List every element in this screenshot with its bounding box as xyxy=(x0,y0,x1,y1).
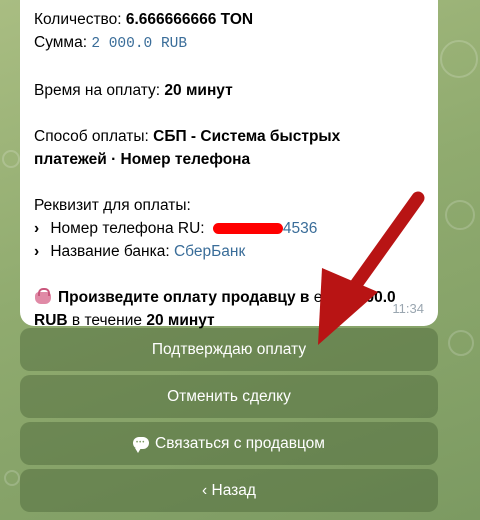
instruction-part1: Произведите оплату продавцу в xyxy=(58,289,310,306)
bank-row: › Название банка: СберБанк xyxy=(34,240,424,263)
method-label: Способ оплаты: xyxy=(34,128,149,145)
quantity-value: 6.666666666 TON xyxy=(125,11,254,28)
pay-time-value: 20 минут xyxy=(164,82,233,99)
contact-seller-button[interactable]: ••• Связаться с продавцом xyxy=(20,422,438,465)
confirm-payment-button[interactable]: Подтверждаю оплату xyxy=(20,328,438,371)
requisite-heading: Реквизит для оплаты: xyxy=(34,197,191,214)
cancel-deal-label: Отменить сделку xyxy=(167,388,291,405)
back-label: ‹ Назад xyxy=(202,482,256,499)
background-doodle xyxy=(448,330,474,356)
instruction-part2: ере xyxy=(313,289,340,306)
bank-label: Название банка: xyxy=(50,243,170,260)
phone-label: Номер телефона RU: xyxy=(50,220,205,237)
speech-bubble-icon: ••• xyxy=(133,437,150,453)
instruction-part3: в течение xyxy=(71,312,143,329)
sum-value[interactable]: 2 000.0 RUB xyxy=(91,36,187,52)
bank-value[interactable]: СберБанк xyxy=(174,243,245,260)
phone-suffix[interactable]: 4536 xyxy=(283,220,317,237)
message-time: 11:34 xyxy=(392,301,424,316)
pay-time-label: Время на оплату: xyxy=(34,82,161,99)
chevron-right-icon: › xyxy=(34,243,40,260)
quantity-row: Количество: 6.666666666 TON xyxy=(34,8,424,31)
message-bubble: Количество: 6.666666666 TON Сумма: 2 000… xyxy=(20,0,438,329)
sum-row: Сумма: 2 000.0 RUB xyxy=(34,31,424,56)
confirm-payment-label: Подтверждаю оплату xyxy=(151,341,307,358)
background-doodle xyxy=(445,200,475,230)
instruction-text: Произведите оплату продавцу в ере 2 000.… xyxy=(34,286,414,332)
contact-seller-label: Связаться с продавцом xyxy=(155,435,325,452)
sum-label: Сумма: xyxy=(34,34,88,51)
redaction-mark xyxy=(212,223,283,235)
purse-icon xyxy=(34,288,52,304)
background-doodle xyxy=(2,150,20,168)
phone-row: › Номер телефона RU: 4536 xyxy=(34,217,424,240)
payment-method-row: Способ оплаты: СБП - Система быстрых пла… xyxy=(34,125,394,171)
background-doodle xyxy=(4,470,20,486)
back-button[interactable]: ‹ Назад xyxy=(20,469,438,512)
chevron-right-icon: › xyxy=(34,220,40,237)
instruction-time: 20 минут xyxy=(146,312,215,329)
quantity-label: Количество: xyxy=(34,11,122,28)
cancel-deal-button[interactable]: Отменить сделку xyxy=(20,375,438,418)
pay-time-row: Время на оплату: 20 минут xyxy=(34,79,424,102)
background-doodle xyxy=(440,40,478,78)
